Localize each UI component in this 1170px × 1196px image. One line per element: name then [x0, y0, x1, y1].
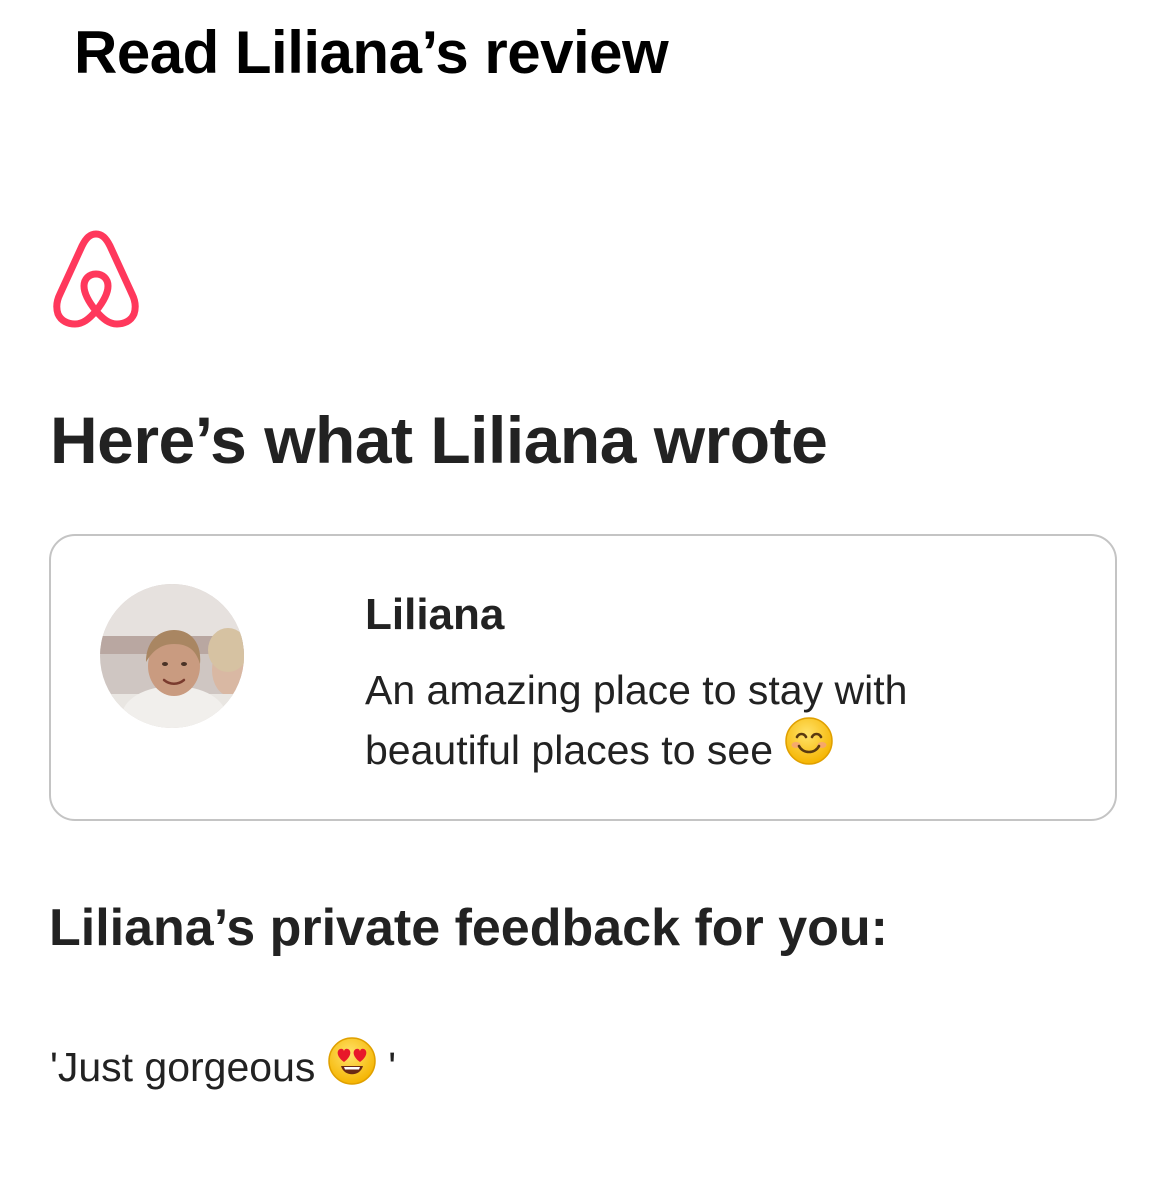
heart-eyes-emoji-icon	[327, 1036, 377, 1096]
reviewer-avatar	[100, 584, 244, 728]
private-feedback-quote-close: '	[388, 1043, 397, 1090]
private-feedback-heading: Liliana’s private feedback for you:	[49, 899, 888, 957]
email-subject: Read Liliana’s review	[74, 19, 669, 86]
review-text: An amazing place to stay with beautiful …	[365, 660, 1005, 786]
review-card: Liliana An amazing place to stay with be…	[49, 534, 1117, 821]
private-feedback-quote: 'Just gorgeous	[50, 1043, 316, 1090]
private-feedback-text: 'Just gorgeous '	[50, 1037, 397, 1100]
airbnb-logo-icon	[50, 226, 142, 330]
review-section-heading: Here’s what Liliana wrote	[50, 403, 828, 477]
smiling-face-emoji-icon	[784, 716, 834, 782]
reviewer-name: Liliana	[365, 590, 505, 639]
